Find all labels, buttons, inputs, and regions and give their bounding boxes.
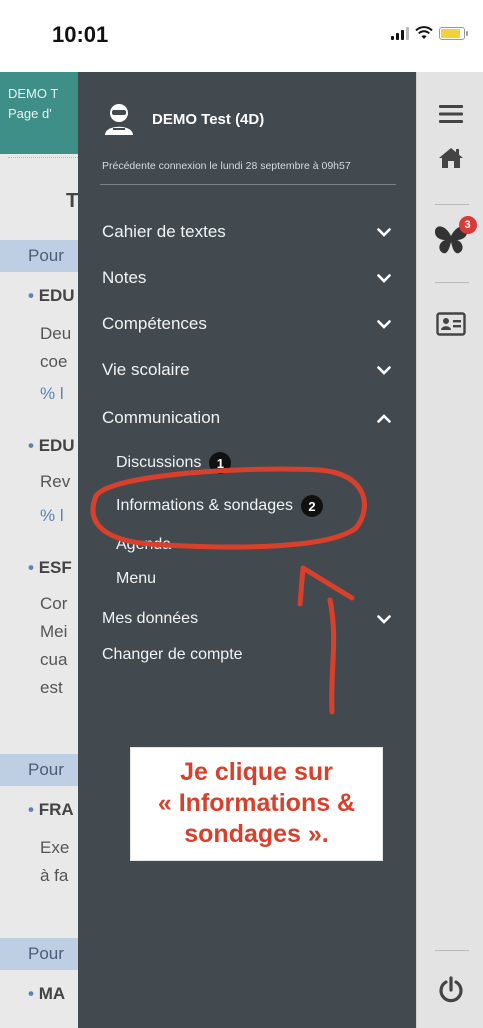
rail-divider	[435, 282, 469, 283]
background-item-1: EDU	[28, 286, 75, 306]
rail-divider	[435, 204, 469, 205]
hamburger-icon[interactable]	[417, 104, 483, 124]
count-badge: 2	[301, 495, 323, 517]
background-item-1-line1: Deu	[40, 324, 72, 343]
sub-item-label: Menu	[116, 570, 157, 587]
background-section-1: Pour	[0, 240, 78, 272]
status-time: 10:01	[52, 22, 109, 47]
menu-item-notes[interactable]: Notes	[102, 268, 392, 288]
menu-item-mes-donnees[interactable]: Mes données	[102, 610, 392, 628]
chevron-up-icon	[376, 410, 392, 426]
background-item-5: MA	[28, 984, 65, 1004]
chevron-down-icon	[376, 611, 392, 627]
id-card-icon[interactable]	[417, 312, 483, 336]
menu-item-communication[interactable]: Communication	[102, 408, 392, 428]
sub-item-agenda[interactable]: Agenda	[116, 536, 171, 554]
avatar-icon	[102, 102, 136, 136]
sub-item-label: Informations & sondages	[116, 497, 293, 514]
background-item-2-link: % l	[40, 506, 64, 525]
rail-divider	[435, 950, 469, 951]
background-title: T	[66, 190, 78, 212]
background-item-3-line1: Cor	[40, 594, 68, 613]
menu-item-label: Notes	[102, 268, 147, 287]
profile-name[interactable]: DEMO Test (4D)	[152, 111, 264, 128]
callout-line1: Je clique sur	[180, 758, 333, 786]
notification-badge: 3	[458, 216, 477, 234]
background-section-2: Pour	[0, 754, 78, 786]
background-page: DEMO T Page d' T Pour EDU Deu coe % l ED…	[0, 72, 78, 1028]
background-header-line2: Page d'	[8, 106, 52, 121]
menu-item-label: Mes données	[102, 610, 199, 627]
menu-item-label: Vie scolaire	[102, 360, 190, 379]
annotation-callout: Je clique sur « Informations & sondages …	[130, 747, 383, 861]
wifi-icon	[415, 26, 433, 39]
background-item-3-line3: cua	[40, 650, 68, 669]
background-item-1-link: % l	[40, 384, 64, 403]
last-login-text: Précédente connexion le lundi 28 septemb…	[102, 160, 351, 172]
background-item-3-line4: est	[40, 678, 63, 697]
navigation-drawer: DEMO Test (4D) Précédente connexion le l…	[78, 72, 416, 1028]
background-item-1-line2: coe	[40, 352, 68, 371]
background-item-4-line2: à fa	[40, 866, 69, 885]
signal-icon	[391, 26, 409, 40]
background-header: DEMO T Page d'	[0, 72, 78, 154]
chevron-down-icon	[376, 224, 392, 240]
callout-line3: sondages ».	[184, 820, 329, 848]
right-rail: 3	[416, 72, 483, 1028]
sub-item-label: Discussions	[116, 454, 202, 471]
menu-item-vie-scolaire[interactable]: Vie scolaire	[102, 360, 392, 380]
profile: DEMO Test (4D)	[102, 102, 264, 136]
sub-item-discussions[interactable]: Discussions 1	[116, 452, 232, 474]
menu-item-label: Communication	[102, 408, 221, 427]
divider	[100, 184, 396, 185]
count-badge: 1	[209, 452, 232, 474]
background-header-line1: DEMO T	[8, 86, 59, 101]
messages-button[interactable]: 3	[417, 216, 483, 256]
sub-item-menu[interactable]: Menu	[116, 570, 156, 588]
menu-item-label: Cahier de textes	[102, 222, 226, 241]
background-section-3: Pour	[0, 938, 78, 970]
background-item-2-line1: Rev	[40, 472, 71, 491]
background-dotted-line	[8, 157, 78, 158]
chevron-down-icon	[376, 316, 392, 332]
background-item-3-line2: Mei	[40, 622, 68, 641]
chevron-down-icon	[376, 362, 392, 378]
battery-icon	[439, 26, 468, 40]
status-icons	[391, 26, 468, 40]
menu-item-competences[interactable]: Compétences	[102, 314, 392, 334]
home-icon[interactable]	[417, 146, 483, 170]
menu-item-cahier-de-textes[interactable]: Cahier de textes	[102, 222, 392, 242]
chevron-down-icon	[376, 270, 392, 286]
background-item-2: EDU	[28, 436, 75, 456]
change-account-link[interactable]: Changer de compte	[102, 646, 243, 664]
callout-line2: « Informations &	[157, 789, 356, 817]
sub-item-informations-sondages[interactable]: Informations & sondages 2	[116, 495, 323, 517]
background-item-3: ESF	[28, 558, 72, 578]
background-item-4-line1: Exe	[40, 838, 70, 857]
power-icon[interactable]	[417, 976, 483, 1004]
sub-item-label: Agenda	[116, 536, 172, 553]
status-bar: 10:01	[0, 0, 483, 72]
background-item-4: FRA	[28, 800, 74, 820]
menu-item-label: Compétences	[102, 314, 207, 333]
